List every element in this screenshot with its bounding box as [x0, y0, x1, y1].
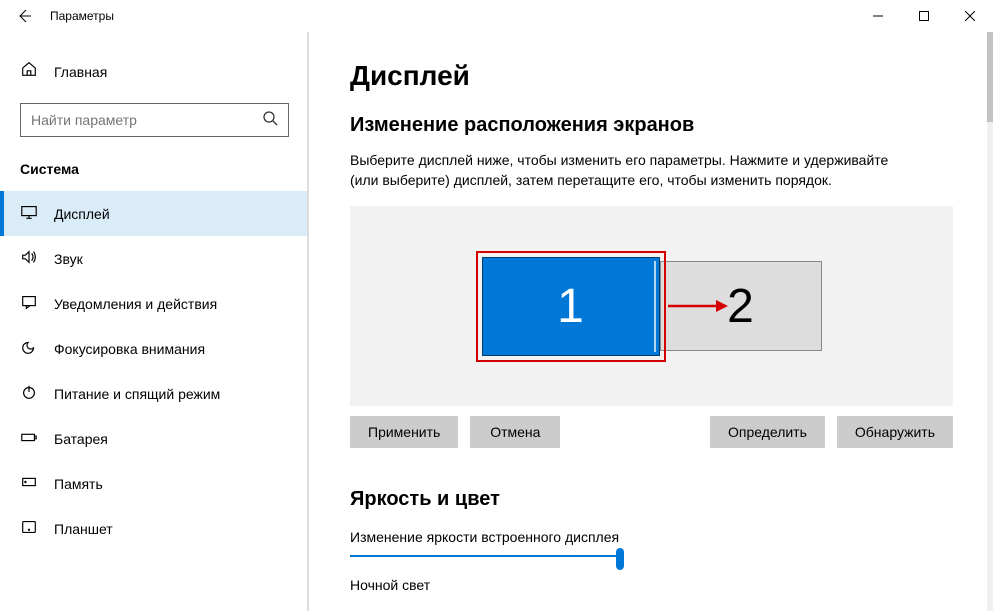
monitor-2-label: 2 [727, 279, 754, 334]
nav-item-display[interactable]: Дисплей [0, 191, 309, 236]
home-link[interactable]: Главная [0, 52, 309, 91]
nav-label: Уведомления и действия [54, 296, 217, 312]
night-light-label: Ночной свет [350, 577, 953, 593]
page-title: Дисплей [350, 60, 953, 92]
search-input[interactable] [31, 112, 262, 128]
nav-label: Дисплей [54, 206, 110, 222]
close-button[interactable] [947, 0, 993, 32]
cancel-button[interactable]: Отмена [470, 416, 560, 448]
arrange-heading: Изменение расположения экранов [350, 114, 953, 137]
power-icon [20, 383, 38, 404]
nav-label: Батарея [54, 431, 108, 447]
display-arrangement-area[interactable]: 1 2 [350, 206, 953, 406]
nav-item-tablet[interactable]: Планшет [0, 506, 309, 551]
nav-label: Фокусировка внимания [54, 341, 205, 357]
brightness-slider-thumb[interactable] [616, 548, 624, 570]
maximize-button[interactable] [901, 0, 947, 32]
nav-item-power[interactable]: Питание и спящий режим [0, 371, 309, 416]
monitor-1-label: 1 [557, 279, 584, 334]
nav-label: Питание и спящий режим [54, 386, 220, 402]
nav-item-storage[interactable]: Память [0, 461, 309, 506]
identify-button[interactable]: Определить [710, 416, 825, 448]
brightness-heading: Яркость и цвет [350, 488, 953, 511]
brightness-slider[interactable] [350, 555, 620, 557]
sidebar-scrollbar[interactable] [307, 32, 309, 611]
sidebar: Главная Система Дисплей Звук Уведомления… [0, 32, 310, 611]
tablet-icon [20, 518, 38, 539]
storage-icon [20, 473, 38, 494]
titlebar: Параметры [0, 0, 993, 32]
display-icon [20, 203, 38, 224]
home-label: Главная [54, 64, 107, 80]
focus-icon [20, 338, 38, 359]
window-controls [855, 0, 993, 32]
arrange-description: Выберите дисплей ниже, чтобы изменить ег… [350, 151, 910, 190]
brightness-label: Изменение яркости встроенного дисплея [350, 529, 953, 545]
minimize-button[interactable] [855, 0, 901, 32]
battery-icon [20, 428, 38, 449]
search-icon [262, 110, 278, 131]
nav-label: Звук [54, 251, 83, 267]
detect-button[interactable]: Обнаружить [837, 416, 953, 448]
monitor-2[interactable]: 2 [660, 261, 822, 351]
section-title: Система [0, 155, 309, 191]
nav-item-notifications[interactable]: Уведомления и действия [0, 281, 309, 326]
home-icon [20, 60, 38, 83]
nav-label: Память [54, 476, 103, 492]
window-title: Параметры [50, 9, 114, 23]
apply-button[interactable]: Применить [350, 416, 458, 448]
nav-item-battery[interactable]: Батарея [0, 416, 309, 461]
nav-item-sound[interactable]: Звук [0, 236, 309, 281]
notifications-icon [20, 293, 38, 314]
main-content: Дисплей Изменение расположения экранов В… [310, 32, 993, 611]
nav-item-focus[interactable]: Фокусировка внимания [0, 326, 309, 371]
monitor-1[interactable]: 1 [482, 257, 660, 356]
search-box[interactable] [20, 103, 289, 137]
sound-icon [20, 248, 38, 269]
main-scrollbar[interactable] [987, 32, 993, 611]
nav-label: Планшет [54, 521, 113, 537]
main-scrollbar-thumb[interactable] [987, 32, 993, 122]
back-button[interactable] [16, 8, 32, 24]
